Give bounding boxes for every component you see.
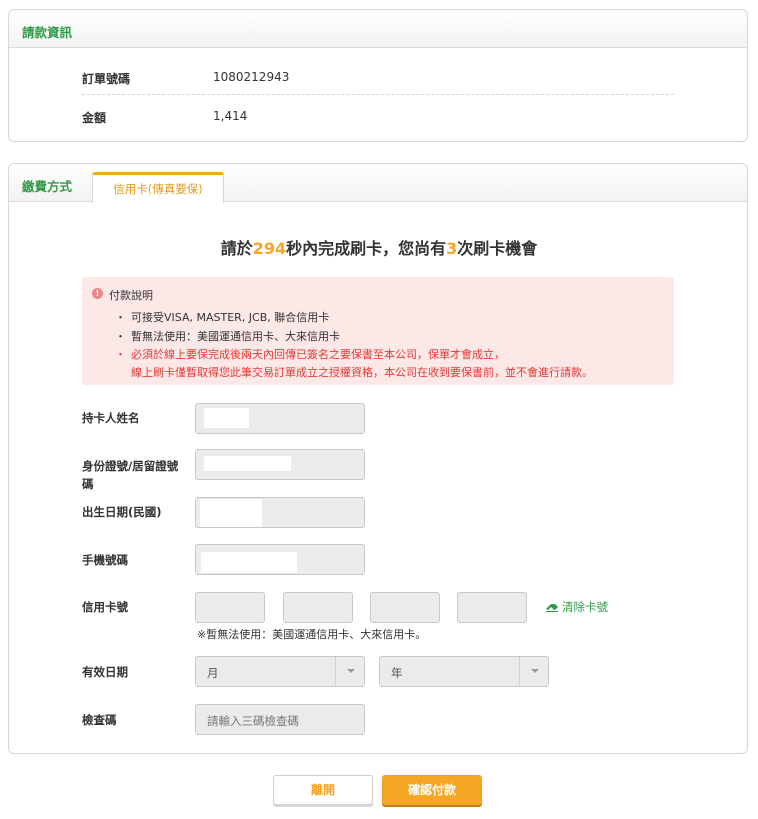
eraser-icon [546,604,558,612]
expiry-month-value: 月 [207,666,219,680]
id-number-input[interactable] [195,449,365,480]
card-number-segment-2[interactable] [283,592,353,623]
countdown-middle: 秒內完成刷卡，您尚有 [286,239,447,258]
countdown-prefix: 請於 [220,239,253,258]
mobile-number-label: 手機號碼 [82,553,128,567]
notice-item-text: 必須於線上要保完成後兩天內回傳已簽名之要保書至本公司，保單才會成立， [131,348,505,361]
tab-credit-card[interactable]: 信用卡(傳真要保) [92,172,224,203]
countdown-message: 請於294秒內完成刷卡，您尚有3次刷卡機會 [9,235,749,259]
birth-date-input[interactable] [195,497,365,528]
card-number-segment-1[interactable] [195,592,265,623]
order-number-row: 訂單號碼 1080212943 [82,57,674,95]
id-label-line1: 身份證號/居留證號 [82,459,179,473]
id-label-line2: 碼 [82,477,94,491]
bullet-dot: ・ [115,348,126,361]
billing-title: 請款資訊 [22,25,73,40]
chevron-down-icon [335,657,364,686]
payment-notice: ! 付款說明 ・ 可接受VISA, MASTER, JCB, 聯合信用卡 ・ 暫… [82,277,674,385]
amount-row: 金額 1,414 [82,96,674,134]
id-number-label: 身份證號/居留證號碼 [82,457,178,493]
notice-item-text: 可接受VISA, MASTER, JCB, 聯合信用卡 [131,311,330,324]
cardholder-name-input[interactable] [195,403,365,434]
card-restriction-note: ※暫無法使用：美國運通信用卡、大來信用卡。 [197,628,427,641]
order-number-label: 訂單號碼 [82,72,131,86]
leave-button[interactable]: 離開 [273,775,373,805]
payment-title: 繳費方式 [22,179,73,194]
card-number-label: 信用卡號 [82,600,128,614]
expiry-year-select[interactable]: 年 [379,656,549,687]
payment-panel: 繳費方式 信用卡(傳真要保) 請於294秒內完成刷卡，您尚有3次刷卡機會 ! 付… [8,163,748,754]
payment-panel-header: 繳費方式 信用卡(傳真要保) [9,164,747,203]
countdown-suffix: 次刷卡機會 [457,239,538,258]
chevron-down-icon [519,657,548,686]
redacted-value [200,499,262,527]
expiry-date-label: 有效日期 [82,665,128,679]
expiry-month-select[interactable]: 月 [195,656,365,687]
cvv-label: 檢查碼 [82,713,117,727]
birth-date-label: 出生日期(民國) [82,505,162,519]
card-number-segment-4[interactable] [457,592,527,623]
cardholder-name-label: 持卡人姓名 [82,411,140,425]
exclamation-icon: ! [92,288,103,299]
bullet-dot: ・ [115,311,126,324]
card-number-segment-3[interactable] [370,592,440,623]
billing-panel: 請款資訊 訂單號碼 1080212943 金額 1,414 [8,9,748,142]
notice-title: 付款說明 [109,289,153,302]
cvv-placeholder: 請輸入三碼檢查碼 [207,714,299,728]
clear-card-number-label: 清除卡號 [562,600,608,614]
mobile-number-input[interactable] [195,544,365,575]
countdown-seconds: 294 [252,239,287,258]
redacted-value [201,552,297,573]
cvv-input[interactable]: 請輸入三碼檢查碼 [195,704,365,735]
order-number-value: 1080212943 [213,70,290,84]
bullet-dot: ・ [115,330,126,343]
redacted-value [204,408,249,428]
confirm-payment-button[interactable]: 確認付款 [382,775,482,805]
amount-value: 1,414 [213,109,248,123]
notice-item-text: 暫無法使用：美國運通信用卡、大來信用卡 [131,330,340,343]
billing-panel-header: 請款資訊 [9,10,747,48]
amount-label: 金額 [82,111,107,125]
expiry-year-value: 年 [391,666,403,680]
clear-card-number-button[interactable]: 清除卡號 [545,599,608,615]
notice-item-warning-continuation: 線上刷卡僅暫取得您此筆交易訂單成立之授權資格，本公司在收到要保書前，並不會進行請… [131,366,593,379]
countdown-attempts: 3 [446,239,458,258]
tab-underline-cover [93,202,223,204]
redacted-value [204,456,291,471]
